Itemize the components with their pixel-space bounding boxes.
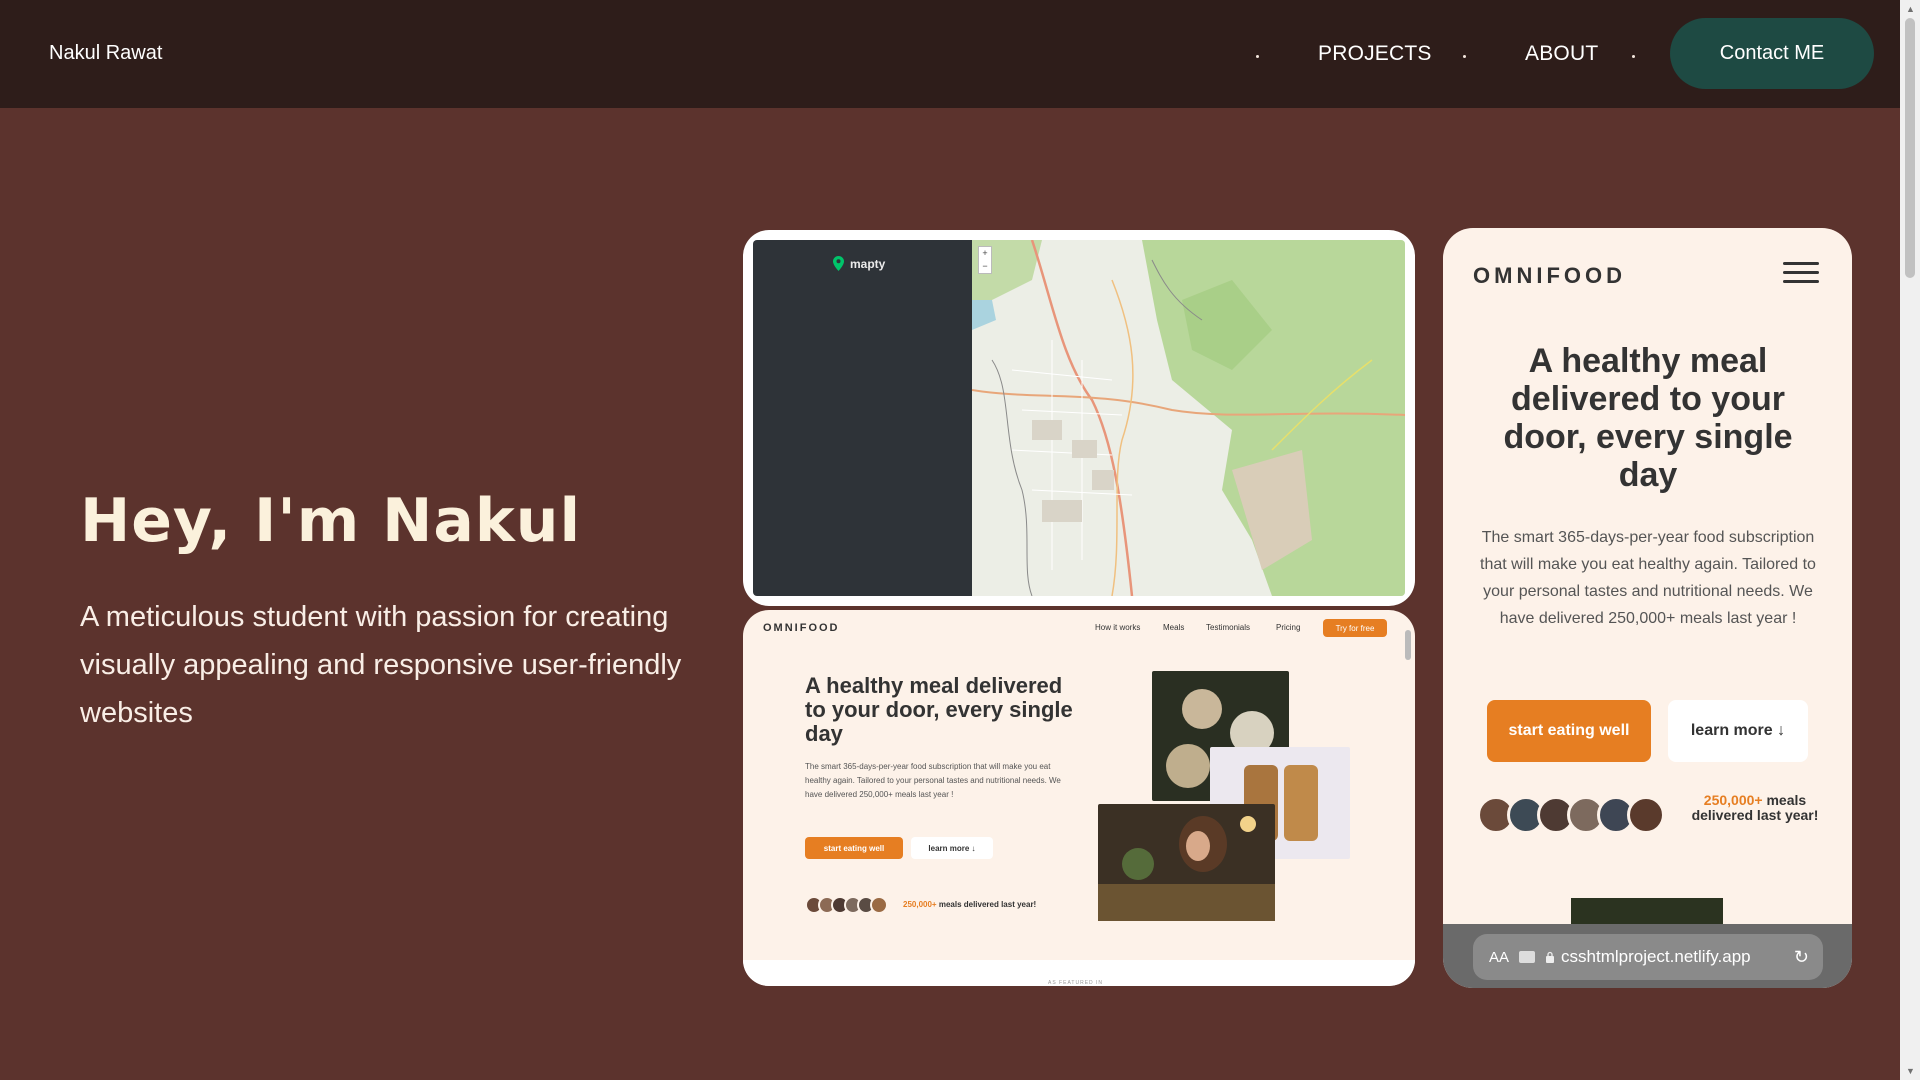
zoom-in-button[interactable]: + [979, 247, 991, 260]
nav-separator-dot [1463, 55, 1466, 58]
nav-about-link[interactable]: ABOUT [1525, 42, 1598, 66]
meals-delivered-text: 250,000+ meals delivered last year! [903, 900, 1037, 909]
omnifood-nav-pricing: Pricing [1276, 623, 1301, 632]
omnifood-logo: OMNIFOOD [763, 622, 840, 634]
customer-avatars [1477, 796, 1665, 834]
nav-separator-dot [1632, 55, 1635, 58]
text-size-icon: AA [1489, 948, 1510, 966]
omnifood-desktop-card[interactable]: OMNIFOOD How it works Meals Testimonials… [743, 610, 1415, 986]
map-zoom-control[interactable]: + − [978, 246, 992, 274]
scroll-down-arrow-icon[interactable]: ▼ [1906, 1066, 1915, 1076]
hamburger-menu-icon [1783, 262, 1819, 284]
featured-in-label: AS FEATURED IN [1048, 980, 1104, 986]
avatar [870, 896, 888, 914]
omnifood-nav-meals: Meals [1163, 623, 1185, 632]
extension-icon [1519, 951, 1536, 963]
map-view[interactable]: + − [971, 240, 1405, 596]
mobile-url-bar: AA csshtmlproject.netlify.app ↻ [1473, 934, 1823, 980]
nav-projects-link[interactable]: PROJECTS [1318, 42, 1432, 66]
omnifood-mobile-start-button: start eating well [1487, 700, 1651, 762]
customer-avatars [805, 896, 888, 914]
mapty-screenshot: mapty + − [753, 240, 1405, 596]
reload-icon: ↻ [1793, 946, 1809, 967]
omnifood-start-button: start eating well [805, 837, 903, 859]
omnifood-mobile-description: The smart 365-days-per-year food subscri… [1480, 529, 1816, 627]
map-pin-icon [833, 256, 844, 271]
mapty-sidebar: mapty [753, 240, 972, 596]
woman-eating-image [1098, 804, 1275, 921]
omnifood-description: The smart 365-days-per-year food subscri… [805, 762, 1061, 799]
omnifood-mobile-headline: A healthy meal delivered to your door, e… [1503, 342, 1793, 494]
hero-title: Hey, I'm Nakul [80, 486, 582, 556]
omnifood-mobile-logo: OMNIFOOD [1473, 263, 1626, 288]
hero-subtitle: A meticulous student with passion for cr… [80, 601, 682, 729]
lock-icon [1546, 951, 1555, 963]
scroll-up-arrow-icon[interactable]: ▲ [1906, 4, 1915, 14]
avatar [1627, 796, 1665, 834]
card-scrollbar [1405, 630, 1411, 660]
omnifood-featured-strip: AS FEATURED IN [743, 960, 1415, 986]
omnifood-mobile-card[interactable]: OMNIFOOD A healthy meal delivered to you… [1443, 228, 1852, 988]
omnifood-nav-testimonials: Testimonials [1206, 623, 1251, 632]
zoom-out-button[interactable]: − [979, 260, 991, 273]
contact-button[interactable]: Contact ME [1670, 18, 1874, 89]
page-scrollbar[interactable]: ▲ ▼ [1900, 0, 1920, 1080]
mobile-url-text: csshtmlproject.netlify.app [1561, 947, 1751, 966]
nav-separator-dot [1256, 55, 1259, 58]
meals-delivered-text: 250,000+ meals delivered last year! [1691, 792, 1819, 823]
brand-name[interactable]: Nakul Rawat [49, 42, 162, 65]
scrollbar-thumb[interactable] [1905, 18, 1915, 278]
omnifood-nav-how-it-works: How it works [1095, 623, 1141, 632]
mapty-logo: mapty [833, 256, 885, 271]
omnifood-try-button: Try for free [1323, 619, 1387, 637]
omnifood-mobile-learn-more-button: learn more ↓ [1668, 700, 1808, 762]
map-tiles [971, 240, 1405, 596]
omnifood-headline: A healthy meal delivered to your door, e… [805, 673, 1073, 746]
mobile-browser-bar: AA csshtmlproject.netlify.app ↻ [1443, 924, 1852, 988]
omnifood-learn-more-button: learn more ↓ [911, 837, 993, 859]
mapty-project-card[interactable]: mapty + − [743, 230, 1415, 606]
top-nav-bar: Nakul Rawat PROJECTS ABOUT Contact ME [0, 0, 1900, 108]
mapty-logo-text: mapty [850, 256, 886, 271]
